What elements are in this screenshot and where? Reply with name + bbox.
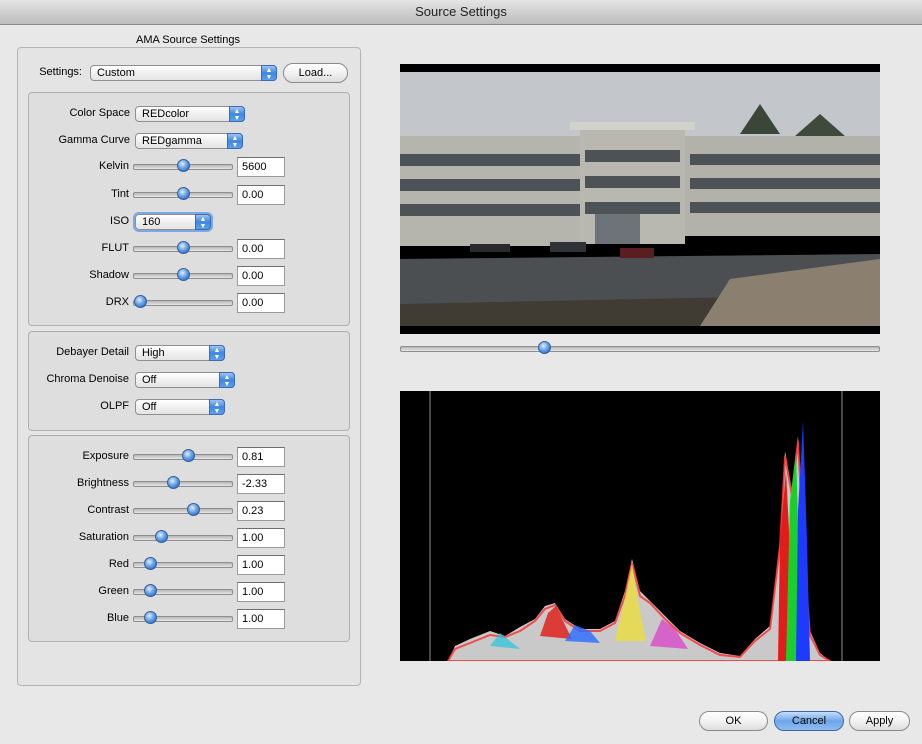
brightness-field[interactable]: -2.33 <box>237 474 285 494</box>
slider-knob[interactable] <box>182 449 195 462</box>
olpf-label: OLPF <box>100 400 129 412</box>
video-preview <box>400 64 880 334</box>
slider-knob[interactable] <box>177 268 190 281</box>
exposure-slider[interactable] <box>133 449 233 463</box>
settings-label: Settings: <box>39 66 82 78</box>
red-field[interactable]: 1.00 <box>237 555 285 575</box>
brightness-label: Brightness <box>77 477 129 489</box>
iso-select[interactable]: 160 ▲ ▼ <box>135 214 211 230</box>
settings-select[interactable]: Custom ▲ ▼ <box>90 65 277 81</box>
color-space-select[interactable]: REDcolor ▲ ▼ <box>135 106 245 122</box>
contrast-label: Contrast <box>87 504 129 516</box>
olpf-select[interactable]: Off ▲ ▼ <box>135 399 225 415</box>
shadow-slider[interactable] <box>133 268 233 282</box>
gamma-curve-select[interactable]: REDgamma ▲ ▼ <box>135 133 243 149</box>
chroma-denoise-label: Chroma Denoise <box>46 373 129 385</box>
slider-knob[interactable] <box>177 159 190 172</box>
color-box <box>28 92 350 326</box>
kelvin-field[interactable]: 5600 <box>237 157 285 177</box>
apply-button[interactable]: Apply <box>849 711 910 731</box>
load-button[interactable]: Load... <box>283 63 348 83</box>
slider-knob[interactable] <box>144 584 157 597</box>
drx-slider[interactable] <box>133 295 233 309</box>
slider-knob[interactable] <box>177 241 190 254</box>
slider-knob[interactable] <box>187 503 200 516</box>
slider-knob[interactable] <box>144 611 157 624</box>
slider-knob[interactable] <box>167 476 180 489</box>
slider-knob[interactable] <box>134 295 147 308</box>
select-arrows-icon: ▲ ▼ <box>195 214 211 230</box>
blue-label: Blue <box>106 612 129 624</box>
exposure-label: Exposure <box>82 450 129 462</box>
slider-knob[interactable] <box>155 530 168 543</box>
tint-slider[interactable] <box>133 187 233 201</box>
contrast-field[interactable]: 0.23 <box>237 501 285 521</box>
histogram <box>400 391 880 662</box>
select-arrows-icon: ▲ ▼ <box>209 345 225 361</box>
iso-value: 160 <box>142 216 161 228</box>
group-title: AMA Source Settings <box>136 34 240 46</box>
shadow-field[interactable]: 0.00 <box>237 266 285 286</box>
kelvin-slider[interactable] <box>133 159 233 173</box>
iso-label: ISO <box>110 215 129 227</box>
drx-label: DRX <box>105 296 129 308</box>
debayer-detail-value: High <box>142 347 165 359</box>
scrubber-knob[interactable] <box>538 341 551 354</box>
ok-button[interactable]: OK <box>699 711 768 731</box>
select-arrows-icon: ▲ ▼ <box>219 372 235 388</box>
green-slider[interactable] <box>133 584 233 598</box>
flut-field[interactable]: 0.00 <box>237 239 285 259</box>
select-arrows-icon: ▲ ▼ <box>229 106 245 122</box>
drx-field[interactable]: 0.00 <box>237 293 285 313</box>
select-arrows-icon: ▲ ▼ <box>261 65 277 81</box>
color-space-value: REDcolor <box>142 108 190 120</box>
slider-knob[interactable] <box>177 187 190 200</box>
flut-label: FLUT <box>101 242 130 254</box>
cancel-button[interactable]: Cancel <box>774 711 844 731</box>
saturation-slider[interactable] <box>133 530 233 544</box>
kelvin-label: Kelvin <box>99 160 129 172</box>
select-arrows-icon: ▲ ▼ <box>227 133 243 149</box>
slider-knob[interactable] <box>144 557 157 570</box>
brightness-slider[interactable] <box>133 476 233 490</box>
red-slider[interactable] <box>133 557 233 571</box>
green-field[interactable]: 1.00 <box>237 582 285 602</box>
gamma-curve-label: Gamma Curve <box>58 134 130 146</box>
timeline-scrubber[interactable] <box>400 341 880 355</box>
saturation-label: Saturation <box>78 531 129 543</box>
chroma-denoise-value: Off <box>142 374 157 386</box>
select-arrows-icon: ▲ ▼ <box>209 399 225 415</box>
saturation-field[interactable]: 1.00 <box>237 528 285 548</box>
green-label: Green <box>98 585 129 597</box>
color-space-label: Color Space <box>69 107 130 119</box>
exposure-field[interactable]: 0.81 <box>237 447 285 467</box>
chroma-denoise-select[interactable]: Off ▲ ▼ <box>135 372 235 388</box>
tint-field[interactable]: 0.00 <box>237 185 285 205</box>
debayer-detail-select[interactable]: High ▲ ▼ <box>135 345 225 361</box>
shadow-label: Shadow <box>89 269 129 281</box>
gamma-curve-value: REDgamma <box>142 135 202 147</box>
settings-value: Custom <box>97 67 135 79</box>
tint-label: Tint <box>111 188 129 200</box>
red-label: Red <box>108 558 129 570</box>
blue-field[interactable]: 1.00 <box>237 609 285 629</box>
window-title: Source Settings <box>0 0 922 25</box>
debayer-detail-label: Debayer Detail <box>56 346 129 358</box>
blue-slider[interactable] <box>133 611 233 625</box>
olpf-value: Off <box>142 401 157 413</box>
contrast-slider[interactable] <box>133 503 233 517</box>
flut-slider[interactable] <box>133 241 233 255</box>
